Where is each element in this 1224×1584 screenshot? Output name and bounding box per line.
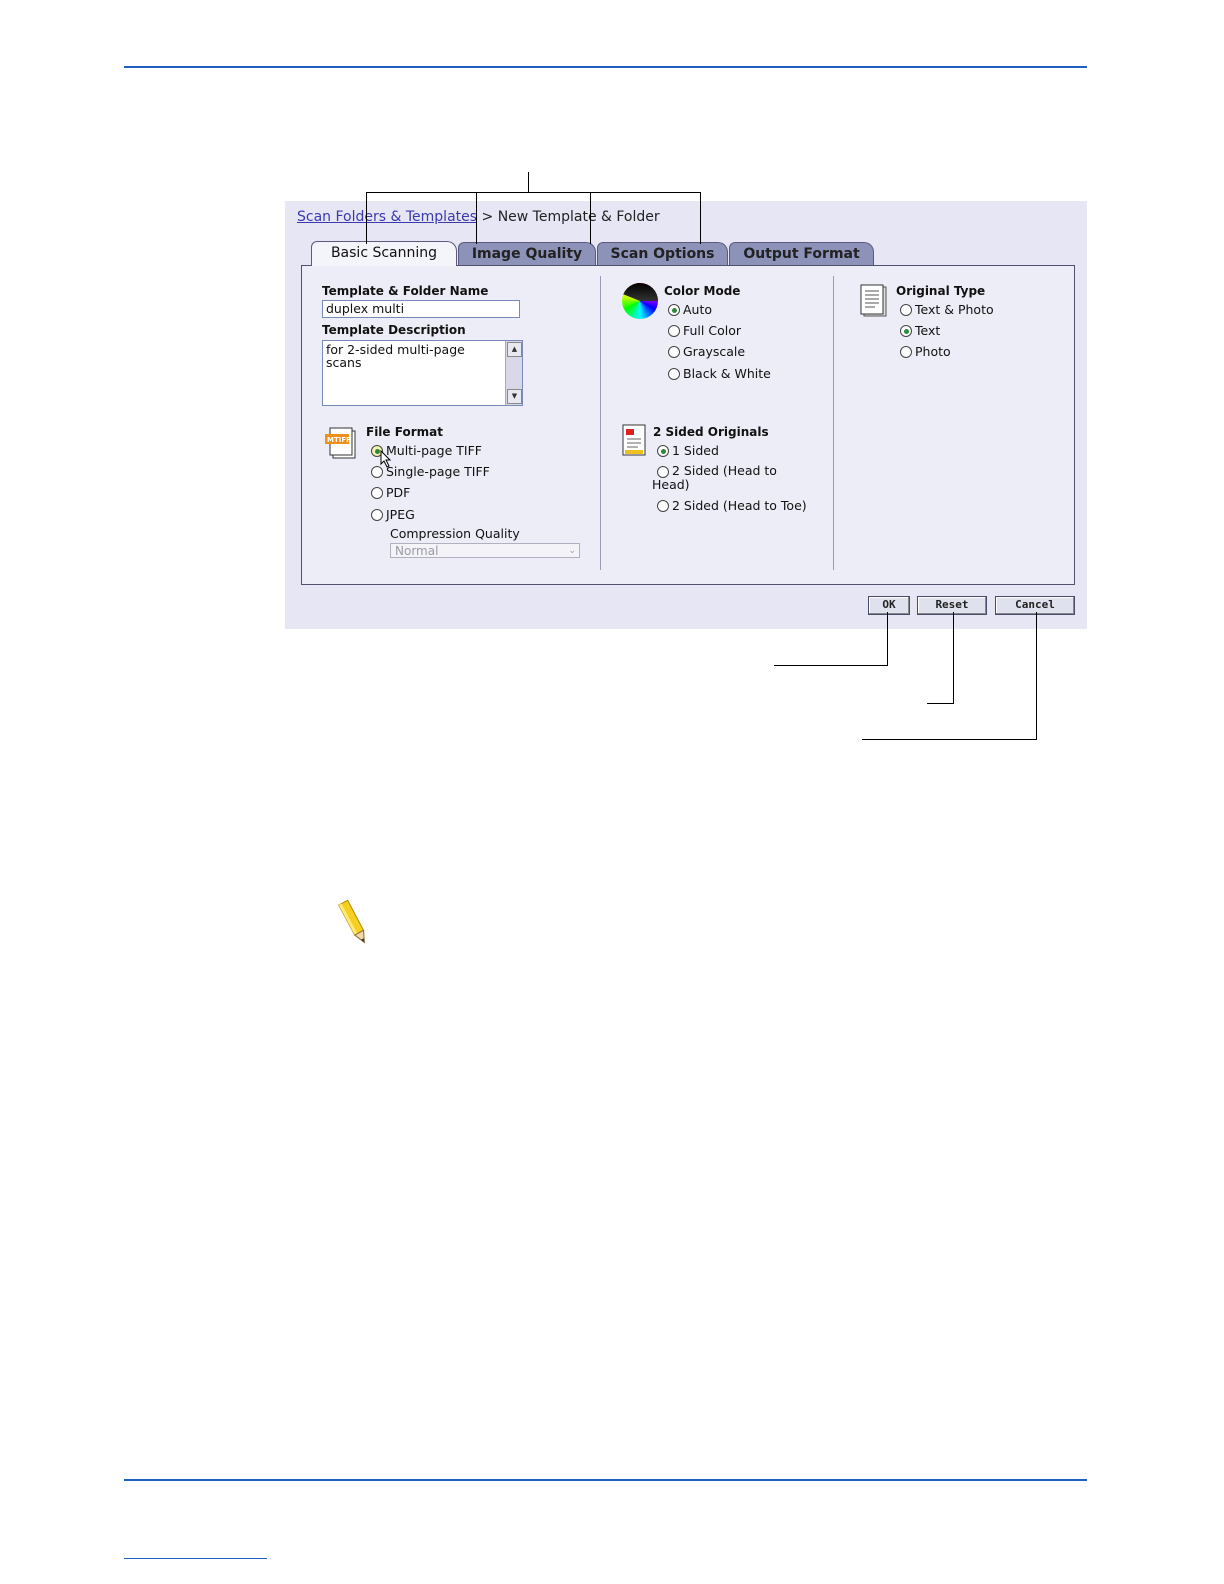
callout-line [476, 192, 477, 244]
scroll-up-icon[interactable]: ▲ [507, 342, 522, 357]
tab-image-quality[interactable]: Image Quality [458, 242, 596, 265]
option-label: 2 Sided (Head to Head) [652, 463, 777, 492]
radio-text[interactable] [900, 325, 912, 337]
breadcrumb-link[interactable]: Scan Folders & Templates [297, 209, 477, 225]
option-label: Text [915, 323, 941, 338]
callout-line [887, 612, 888, 666]
radio-photo[interactable] [900, 346, 912, 358]
breadcrumb-current: New Template & Folder [497, 209, 660, 225]
compression-quality-value: Normal [395, 544, 439, 558]
option-label: 2 Sided (Head to Toe) [672, 498, 807, 513]
radio-full-color[interactable] [668, 325, 680, 337]
svg-text:MTIFF: MTIFF [327, 436, 351, 444]
radio-text-photo[interactable] [900, 304, 912, 316]
option-label: Black & White [683, 366, 771, 381]
radio-single-page-tiff[interactable] [371, 466, 383, 478]
option-label: 1 Sided [672, 443, 719, 458]
template-description-label: Template Description [322, 323, 466, 337]
radio-grayscale[interactable] [668, 346, 680, 358]
callout-line [774, 665, 888, 666]
callout-line [953, 612, 954, 704]
callout-line [528, 172, 529, 192]
template-name-label: Template & Folder Name [322, 284, 489, 298]
callout-line [366, 192, 701, 193]
callout-line [700, 192, 701, 244]
scroll-down-icon[interactable]: ▼ [507, 389, 522, 404]
two-sided-icon [622, 424, 648, 458]
radio-black-white[interactable] [668, 368, 680, 380]
color-wheel-icon [622, 283, 658, 319]
reset-button[interactable]: Reset [917, 596, 987, 615]
description-scrollbar[interactable]: ▲ ▼ [505, 341, 522, 405]
column-divider [600, 276, 601, 570]
callout-line [862, 739, 1037, 740]
option-label: Single-page TIFF [386, 464, 490, 479]
radio-jpeg[interactable] [371, 509, 383, 521]
radio-pdf[interactable] [371, 487, 383, 499]
tiff-file-icon: MTIFF [324, 426, 358, 460]
callout-line [1036, 612, 1037, 740]
option-label: Photo [915, 344, 951, 359]
tab-content: Template & Folder Name duplex multi Temp… [301, 265, 1075, 585]
color-mode-label: Color Mode [664, 284, 741, 298]
option-label: JPEG [386, 507, 415, 522]
cancel-button[interactable]: Cancel [995, 596, 1075, 615]
file-format-label: File Format [366, 425, 443, 439]
option-label: Text & Photo [915, 302, 994, 317]
original-type-label: Original Type [896, 284, 986, 298]
compression-quality-label: Compression Quality [390, 526, 520, 541]
template-description-textarea[interactable]: for 2-sided multi-page scans ▲ ▼ [322, 340, 523, 406]
callout-line [927, 703, 954, 704]
chevron-down-icon: ⌄ [568, 546, 576, 556]
tab-scan-options[interactable]: Scan Options [597, 242, 728, 265]
pencil-note-icon [334, 898, 374, 948]
radio-1-sided[interactable] [657, 445, 669, 457]
template-name-input[interactable]: duplex multi [322, 300, 520, 318]
header-rule [124, 66, 1087, 68]
footer-short-rule [124, 1558, 267, 1559]
description-text: for 2-sided multi-page scans [326, 342, 465, 370]
breadcrumb-separator: > [481, 209, 494, 225]
tab-output-format[interactable]: Output Format [729, 242, 874, 265]
option-label: Full Color [683, 323, 741, 338]
footer-rule [124, 1479, 1087, 1481]
callout-line [366, 192, 367, 244]
ok-button[interactable]: OK [868, 596, 910, 615]
two-sided-originals-label: 2 Sided Originals [653, 425, 769, 439]
scan-template-panel: Scan Folders & Templates > New Template … [285, 201, 1087, 629]
option-label: PDF [386, 485, 411, 500]
option-label: Grayscale [683, 344, 746, 359]
callout-line [590, 192, 591, 244]
radio-auto[interactable] [668, 304, 680, 316]
breadcrumb: Scan Folders & Templates > New Template … [297, 209, 660, 225]
option-label: Auto [683, 302, 713, 317]
tab-basic-scanning[interactable]: Basic Scanning [311, 241, 457, 266]
option-label: Multi-page TIFF [386, 443, 482, 458]
column-divider [833, 276, 834, 570]
compression-quality-select[interactable]: Normal ⌄ [390, 543, 580, 558]
document-icon [860, 284, 888, 318]
radio-2-sided-head-to-toe[interactable] [657, 500, 669, 512]
